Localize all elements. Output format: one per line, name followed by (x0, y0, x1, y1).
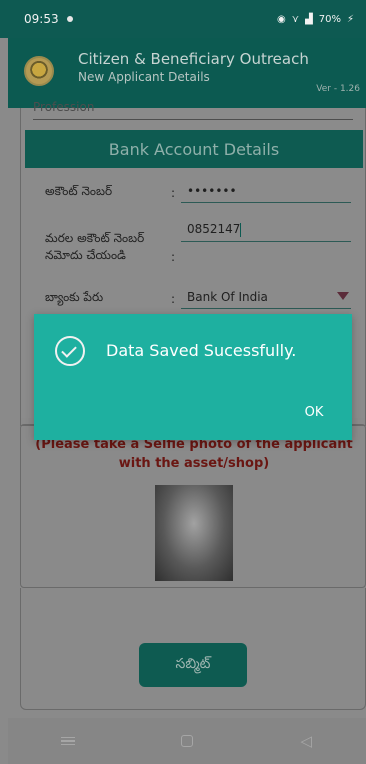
back-icon[interactable]: ◁ (286, 726, 326, 756)
text-caret (240, 222, 242, 237)
app-header: Citizen & Beneficiary Outreach New Appli… (8, 38, 366, 108)
colon: : (171, 291, 176, 306)
battery-icon: ⚡ (346, 13, 354, 25)
photo-card: (Please take a Selfie photo of the appli… (20, 424, 366, 588)
bank-name-label: బ్యాంకు పేరు (45, 290, 104, 304)
submit-button[interactable]: సబ్మిట్ (139, 643, 247, 687)
app-logo (24, 56, 54, 86)
status-time: 09:53 (24, 12, 59, 26)
status-bar: 09:53 ◉ ⋎ ▟ 70% ⚡ (0, 0, 366, 38)
confirm-account-label: మరల అకౌంట్ నెంబర్ నమోదు చేయండి (45, 230, 145, 262)
account-number-input[interactable]: ••••••• (181, 182, 351, 203)
bank-name-value: Bank Of India (187, 290, 268, 304)
confirm-account-value: 0852147 (187, 222, 241, 236)
photo-instruction: (Please take a Selfie photo of the appli… (35, 437, 353, 471)
notification-dot-icon (66, 16, 73, 22)
applicant-photo[interactable] (155, 485, 233, 581)
check-circle-icon (55, 336, 85, 366)
submit-area: సబ్మిట్ (20, 588, 366, 710)
success-dialog: Data Saved Sucessfully. OK (34, 314, 352, 440)
colon: : (171, 249, 176, 264)
dropdown-arrow-icon (337, 292, 349, 300)
confirm-account-input[interactable]: 0852147 (181, 220, 351, 242)
colon: : (171, 185, 176, 200)
bank-name-row: బ్యాంకు పేరు : Bank Of India (45, 288, 351, 309)
dialog-message: Data Saved Sucessfully. (106, 341, 297, 360)
section-title: Bank Account Details (25, 130, 363, 168)
confirm-account-row: మరల అకౌంట్ నెంబర్ నమోదు చేయండి : 0852147 (45, 220, 351, 264)
menu-icon[interactable] (48, 726, 88, 756)
battery-percent: 70% (318, 13, 341, 25)
app-version: Ver - 1.26 (316, 84, 360, 94)
account-number-row: అకౌంట్ నెంబర్ : ••••••• (45, 182, 351, 203)
wifi-icon: ⋎ (291, 13, 300, 25)
ok-button[interactable]: OK (292, 398, 336, 426)
location-icon: ◉ (276, 13, 286, 25)
home-icon[interactable] (167, 726, 207, 756)
bank-name-select[interactable]: Bank Of India (181, 288, 351, 309)
account-number-label: అకౌంట్ నెంబర్ (45, 184, 113, 198)
system-nav-bar: ◁ (8, 718, 366, 764)
app-subtitle: New Applicant Details (78, 70, 210, 84)
signal-icon: ▟ (305, 13, 313, 25)
profession-label: Profession (33, 100, 353, 120)
app-title: Citizen & Beneficiary Outreach (78, 50, 309, 68)
